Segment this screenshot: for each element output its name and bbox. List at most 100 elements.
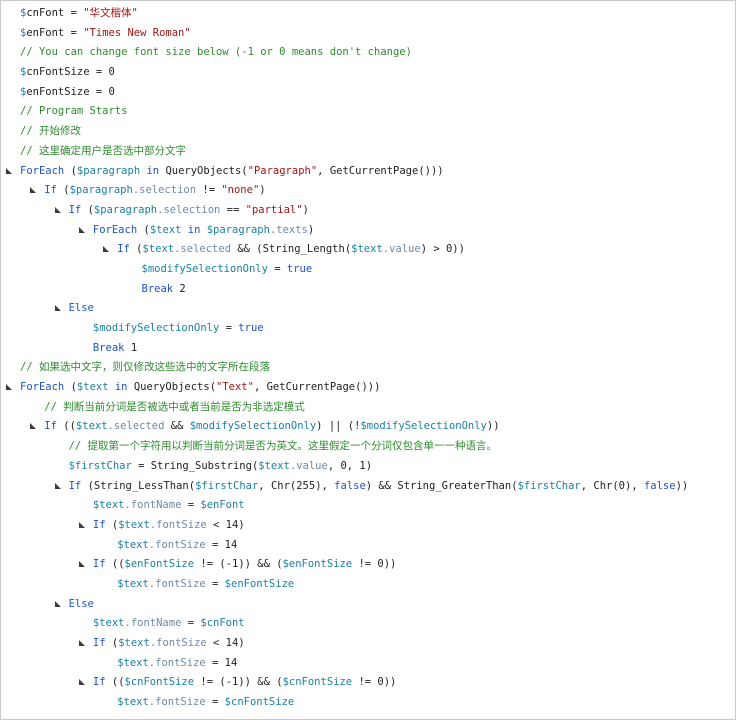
code-line: $cnFont = "华文楷体"	[1, 4, 735, 24]
code-token: =	[181, 499, 201, 512]
code-token: =	[64, 26, 84, 39]
code-token: (	[81, 203, 94, 216]
collapse-caret-icon[interactable]	[6, 167, 12, 174]
collapse-caret-icon[interactable]	[54, 305, 61, 312]
collapse-caret-icon[interactable]	[78, 226, 85, 233]
code-text: $text.fontSize = 14	[117, 536, 237, 556]
collapse-caret-icon[interactable]	[54, 482, 61, 489]
code-text: // 开始修改	[20, 122, 81, 142]
code-token: // 判断当前分词是否被选中或者当前是否为非选定模式	[44, 400, 305, 413]
code-token: =	[89, 85, 109, 98]
code-token: in	[140, 164, 166, 177]
code-text: ForEach ($text in $paragraph.texts)	[93, 221, 314, 241]
code-token: ,	[317, 164, 330, 177]
code-token: $cnFontSize	[124, 676, 195, 689]
code-token: GetCurrentPage	[266, 381, 356, 394]
code-token: .fontSize	[148, 656, 206, 669]
code-token: $enFontSize	[224, 577, 295, 590]
code-token: $text	[117, 577, 149, 590]
code-token: ((	[105, 558, 125, 571]
code-line: If (($cnFontSize != (-1)) && ($cnFontSiz…	[1, 673, 735, 693]
code-text: If (($enFontSize != (-1)) && ($enFontSiz…	[93, 555, 397, 575]
code-token: Chr	[270, 479, 290, 492]
code-line: $cnFontSize = 0	[1, 63, 735, 83]
code-token: cnFont	[26, 7, 65, 19]
code-token: // You can change font size below (-1 or…	[20, 46, 412, 59]
code-line: $modifySelectionOnly = true	[1, 260, 735, 280]
code-token: $text	[118, 637, 150, 649]
code-token: // 这里确定用户是否选中部分文字	[20, 144, 186, 157]
code-text: // 如果选中文字，则仅修改这些选中的文字所在段落	[20, 358, 270, 378]
code-token: false	[643, 479, 676, 492]
code-token: ,	[258, 479, 271, 492]
code-token: ,	[253, 381, 267, 394]
code-line: If (($enFontSize != (-1)) && ($enFontSiz…	[1, 555, 735, 575]
collapse-caret-icon[interactable]	[54, 600, 61, 607]
code-token: (	[64, 164, 77, 177]
code-token: (	[81, 479, 94, 492]
code-token: "Paragraph"	[247, 164, 318, 177]
code-token: $text	[142, 243, 175, 256]
code-token: in	[181, 223, 207, 236]
code-token: .fontSize	[149, 637, 207, 649]
code-token: "Text"	[216, 381, 254, 394]
code-editor[interactable]: $cnFont = "华文楷体" $enFont = "Times New Rom…	[0, 0, 736, 720]
collapse-caret-icon[interactable]	[78, 679, 85, 686]
code-token: $firstChar	[195, 479, 259, 492]
code-token: < 14)	[206, 518, 245, 531]
code-token: ) || (!	[316, 420, 361, 433]
code-text: Else	[69, 299, 94, 319]
code-line: Else	[1, 595, 735, 615]
code-token: $text	[92, 499, 125, 512]
collapse-caret-icon[interactable]	[78, 521, 85, 528]
collapse-caret-icon[interactable]	[103, 246, 110, 253]
collapse-caret-icon[interactable]	[78, 640, 85, 646]
code-token: $paragraph	[69, 184, 133, 197]
collapse-caret-icon[interactable]	[6, 384, 12, 391]
collapse-caret-icon[interactable]	[30, 187, 37, 194]
code-line: $enFont = "Times New Roman"	[1, 24, 735, 44]
code-token: in	[108, 381, 134, 394]
code-text: If (($text.selected && $modifySelectionO…	[44, 417, 499, 437]
code-token: Break	[141, 282, 174, 295]
code-token: modifySelectionOnly	[99, 322, 220, 334]
code-token: ForEach	[20, 381, 65, 394]
code-token: (0),	[612, 479, 644, 492]
code-token: .fontSize	[148, 538, 206, 551]
code-token: &&	[164, 420, 190, 433]
code-token: Else	[68, 597, 94, 610]
code-token: ))	[675, 479, 689, 492]
code-token: If	[44, 420, 57, 433]
code-token: cnFontSize	[26, 66, 90, 79]
code-token: =	[89, 66, 109, 79]
code-token: (	[64, 381, 77, 394]
code-token: String_GreaterThan	[397, 479, 512, 492]
code-text: $firstChar = String_Substring($text.valu…	[69, 457, 372, 477]
code-line: $firstChar = String_Substring($text.valu…	[1, 457, 735, 477]
code-text: $enFontSize = 0	[20, 83, 115, 103]
code-token: < 14)	[206, 637, 245, 649]
code-token: =	[205, 696, 225, 709]
collapse-caret-icon[interactable]	[30, 423, 37, 430]
collapse-caret-icon[interactable]	[78, 561, 85, 568]
code-token: ()))	[418, 164, 444, 177]
code-token: If	[117, 243, 130, 256]
code-line: Else	[1, 299, 735, 319]
code-line: ForEach ($text in QueryObjects("Text", G…	[1, 378, 735, 398]
code-token: false	[334, 479, 366, 492]
code-token: = 14	[205, 656, 238, 669]
code-token: =	[131, 459, 151, 472]
code-token: != 0))	[352, 558, 397, 571]
code-token: ) &&	[365, 479, 398, 492]
code-line: ForEach ($text in $paragraph.texts)	[1, 221, 735, 241]
code-token: $firstChar	[517, 479, 581, 492]
code-line: // You can change font size below (-1 or…	[1, 43, 735, 63]
code-text: $text.fontSize = $enFontSize	[117, 575, 294, 595]
code-line: Break 2	[1, 280, 735, 300]
code-text: ForEach ($text in QueryObjects("Text", G…	[20, 378, 380, 398]
code-token: .fontName	[124, 499, 182, 512]
code-token: $text	[76, 381, 109, 394]
code-text: If (($cnFontSize != (-1)) && ($cnFontSiz…	[93, 673, 397, 693]
code-token: .texts	[269, 223, 308, 236]
collapse-caret-icon[interactable]	[54, 206, 61, 213]
